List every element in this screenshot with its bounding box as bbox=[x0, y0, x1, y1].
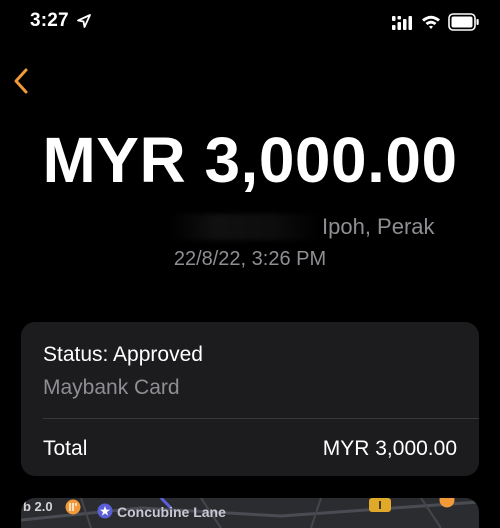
transaction-amount: MYR 3,000.00 bbox=[42, 124, 458, 196]
transaction-status: Status: Approved bbox=[43, 343, 203, 366]
divider bbox=[43, 418, 479, 419]
transaction-details-card: Status: Approved Maybank Card Total MYR … bbox=[21, 322, 479, 476]
map-marker-icon[interactable] bbox=[367, 498, 393, 512]
restaurant-poi-icon[interactable] bbox=[65, 499, 81, 515]
total-value: MYR 3,000.00 bbox=[322, 437, 457, 460]
total-label: Total bbox=[43, 437, 88, 460]
payment-card-name: Maybank Card bbox=[43, 376, 180, 399]
status-bar: 3:27 bbox=[0, 0, 500, 46]
transaction-location: Ipoh, Perak bbox=[322, 214, 435, 239]
chevron-left-icon bbox=[14, 68, 28, 94]
wifi-icon bbox=[422, 15, 440, 29]
location-arrow-icon bbox=[77, 14, 91, 28]
transaction-datetime: 22/8/22, 3:26 PM bbox=[173, 248, 327, 270]
street-label: Concubine Lane bbox=[117, 504, 226, 520]
food-poi-icon[interactable] bbox=[439, 498, 455, 508]
back-button[interactable] bbox=[8, 64, 38, 98]
star-poi-icon[interactable] bbox=[97, 503, 113, 519]
status-time: 3:27 bbox=[30, 10, 69, 31]
map-poi-label: b 2.0 bbox=[23, 499, 53, 514]
cellular-signal-icon bbox=[392, 16, 412, 30]
merchant-name-redacted bbox=[170, 214, 320, 240]
battery-icon bbox=[448, 13, 479, 31]
